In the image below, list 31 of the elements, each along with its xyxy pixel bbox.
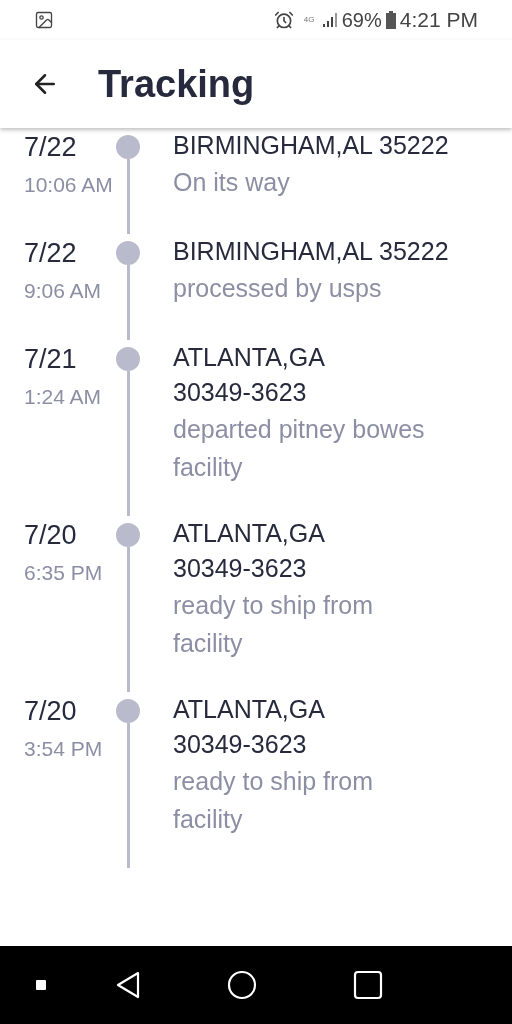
event-time: 1:24 AM: [24, 384, 103, 410]
home-button[interactable]: [227, 970, 257, 1000]
event-time: 3:54 PM: [24, 736, 104, 762]
event-description: ready to ship from facility: [173, 766, 374, 835]
event-description: departed pitney bowes facility: [173, 414, 425, 483]
event-date: 7/20: [24, 695, 78, 728]
signal-icon: [321, 12, 340, 28]
event-time: 6:35 PM: [24, 560, 104, 586]
event-date: 7/21: [24, 343, 78, 376]
event-description: ready to ship from facility: [173, 590, 374, 659]
event-location: BIRMINGHAM,AL 35222: [173, 236, 449, 267]
event-time: 10:06 AM: [24, 172, 114, 198]
nav-back-button[interactable]: [114, 970, 142, 1000]
network-label: 4G: [303, 16, 316, 24]
event-date: 7/22: [24, 237, 78, 270]
gallery-icon: [34, 10, 54, 30]
event-date: 7/22: [24, 131, 78, 164]
event-time: 9:06 AM: [24, 278, 103, 304]
clock-time: 4:21 PM: [399, 7, 478, 34]
event-date: 7/20: [24, 519, 78, 552]
event-description: processed by usps: [173, 273, 383, 304]
event-location: ATLANTA,GA 30349-3623: [173, 518, 326, 584]
battery-percent: 69%: [341, 8, 382, 33]
battery-icon: [385, 11, 396, 29]
event-location: BIRMINGHAM,AL 35222: [173, 130, 449, 161]
page-title: Tracking: [98, 61, 255, 107]
event-location: ATLANTA,GA 30349-3623: [173, 694, 326, 760]
alarm-icon: [273, 10, 294, 30]
event-location: ATLANTA,GA 30349-3623: [173, 342, 326, 408]
event-description: On its way: [173, 167, 291, 198]
recent-apps-button[interactable]: [353, 970, 383, 1000]
